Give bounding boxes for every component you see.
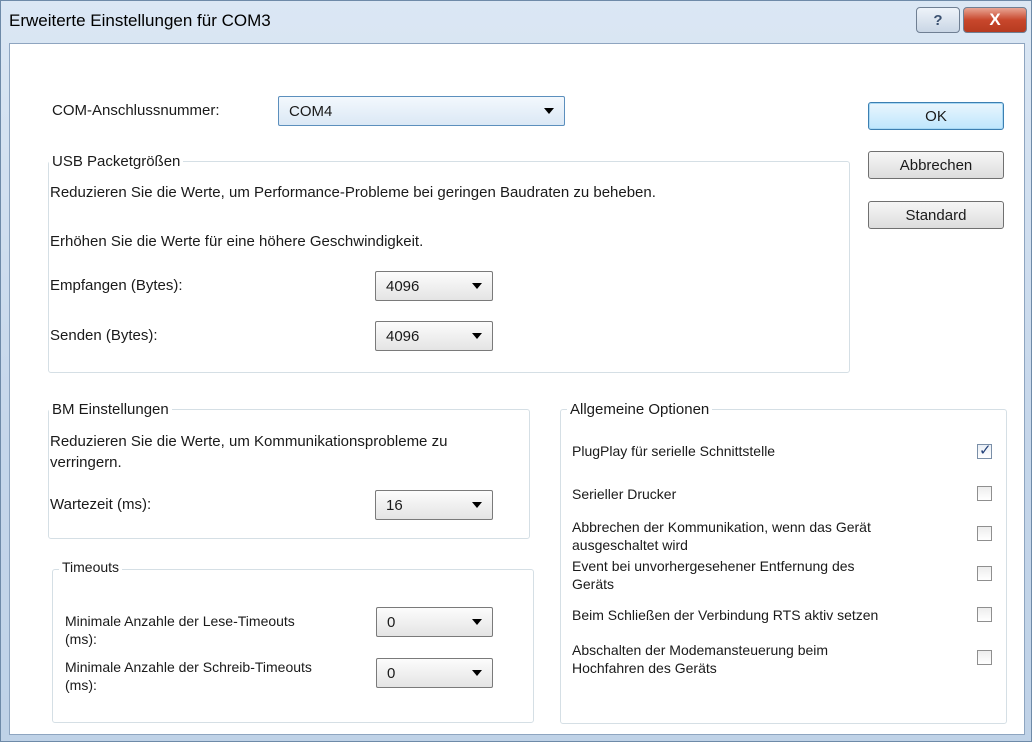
chevron-down-icon [472, 670, 482, 676]
checkbox-surprise-removal[interactable] [977, 566, 992, 581]
checkbox-disable-modem-ctrl[interactable] [977, 650, 992, 665]
chevron-down-icon [472, 333, 482, 339]
write-timeout-value: 0 [387, 665, 396, 682]
write-timeout-label-line2: (ms): [65, 677, 97, 693]
option-label-surprise-removal-line1: Event bei unvorhergesehener Entfernung d… [572, 558, 855, 574]
chevron-down-icon [472, 283, 482, 289]
latency-label: Wartezeit (ms): [50, 496, 152, 513]
default-button[interactable]: Standard [868, 201, 1004, 229]
checkbox-plugplay[interactable]: ✓ [977, 442, 992, 459]
com-port-select[interactable]: COM4 [278, 96, 565, 126]
option-label-disable-modem-ctrl-line1: Abschalten der Modemansteuerung beim [572, 642, 829, 658]
write-timeout-label-line1: Minimale Anzahle der Schreib-Timeouts [65, 659, 312, 675]
cancel-button[interactable]: Abbrechen [868, 151, 1004, 179]
option-label-surprise-removal-line2: Geräts [572, 576, 615, 592]
option-label-cancel-on-power-off-line1: Abbrechen der Kommunikation, wenn das Ge… [572, 519, 871, 535]
cancel-button-label: Abbrechen [899, 156, 973, 174]
receive-bytes-select[interactable]: 4096 [375, 271, 493, 301]
send-bytes-select[interactable]: 4096 [375, 321, 493, 351]
option-label-plugplay: PlugPlay für serielle Schnittstelle [572, 443, 776, 459]
chevron-down-icon [472, 619, 482, 625]
checkmark-icon: ✓ [979, 442, 992, 459]
write-timeout-select[interactable]: 0 [376, 658, 493, 688]
dialog-client-area: COM-Anschlussnummer: COM4 OK Abbrechen S… [9, 43, 1025, 735]
bm-hint-line1: Reduzieren Sie die Werte, um Kommunikati… [50, 433, 448, 450]
read-timeout-label-line2: (ms): [65, 631, 97, 647]
default-button-label: Standard [905, 206, 967, 224]
read-timeout-value: 0 [387, 614, 396, 631]
help-icon: ? [933, 11, 943, 29]
checkbox-rts-on-close[interactable] [977, 607, 992, 622]
usb-group-title: USB Packetgrößen [49, 153, 184, 170]
close-icon: X [989, 10, 1001, 29]
dialog-window: Erweiterte Einstellungen für COM3 ? X CO… [0, 0, 1032, 742]
option-label-serial-printer: Serieller Drucker [572, 486, 677, 502]
read-timeout-label-line1: Minimale Anzahle der Lese-Timeouts [65, 613, 295, 629]
timeouts-group-title: Timeouts [59, 559, 123, 575]
option-label-cancel-on-power-off-line2: ausgeschaltet wird [572, 537, 688, 553]
receive-bytes-value: 4096 [386, 278, 420, 295]
options-group-title: Allgemeine Optionen [567, 401, 713, 418]
bm-group-title: BM Einstellungen [49, 401, 172, 418]
window-title: Erweiterte Einstellungen für COM3 [9, 11, 271, 30]
send-bytes-value: 4096 [386, 328, 420, 345]
ok-button[interactable]: OK [868, 102, 1004, 130]
ok-button-label: OK [925, 107, 947, 125]
option-label-rts-on-close: Beim Schließen der Verbindung RTS aktiv … [572, 607, 879, 623]
option-label-disable-modem-ctrl-line2: Hochfahren des Geräts [572, 660, 717, 676]
chevron-down-icon [544, 108, 554, 114]
com-port-label: COM-Anschlussnummer: [52, 102, 220, 119]
receive-bytes-label: Empfangen (Bytes): [50, 277, 183, 294]
timeouts-group [52, 569, 534, 723]
usb-hint-increase: Erhöhen Sie die Werte für eine höhere Ge… [50, 233, 424, 250]
com-port-value: COM4 [289, 103, 333, 120]
close-button[interactable]: X [963, 7, 1027, 33]
send-bytes-label: Senden (Bytes): [50, 327, 158, 344]
chevron-down-icon [472, 502, 482, 508]
latency-value: 16 [386, 497, 403, 514]
usb-hint-reduce: Reduzieren Sie die Werte, um Performance… [50, 184, 656, 201]
checkbox-cancel-on-power-off[interactable] [977, 526, 992, 541]
title-bar[interactable]: Erweiterte Einstellungen für COM3 ? X [1, 1, 1031, 41]
bm-hint-line2: verringern. [50, 454, 122, 471]
latency-select[interactable]: 16 [375, 490, 493, 520]
checkbox-serial-printer[interactable] [977, 486, 992, 501]
help-button[interactable]: ? [916, 7, 960, 33]
read-timeout-select[interactable]: 0 [376, 607, 493, 637]
